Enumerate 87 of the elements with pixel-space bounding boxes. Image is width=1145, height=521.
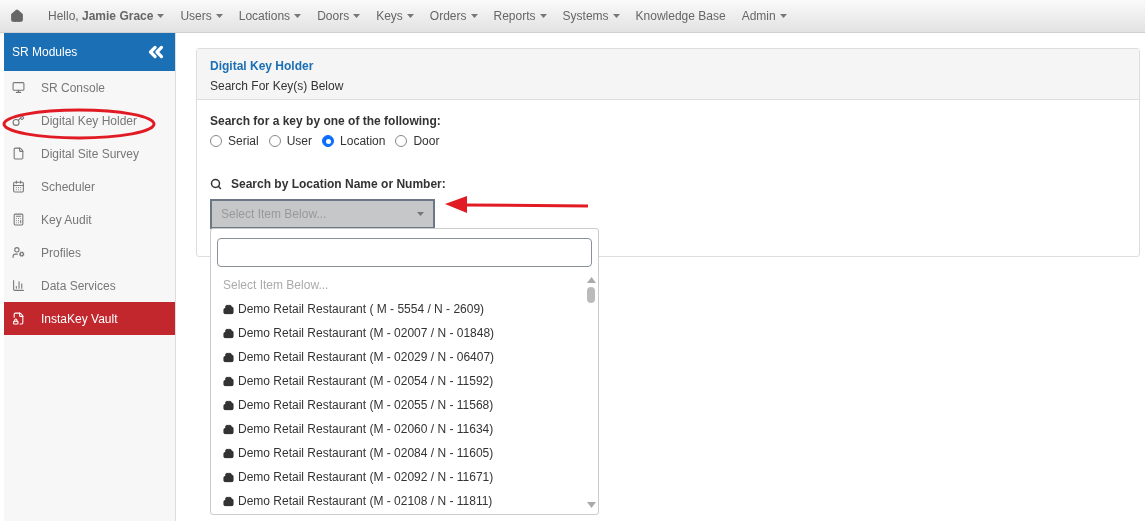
nav-menu-item[interactable]: Admin	[733, 7, 795, 25]
radio-option[interactable]: Serial	[210, 132, 259, 150]
sidebar-item[interactable]: InstaKey Vault	[4, 302, 175, 335]
module-icon	[12, 147, 25, 160]
nav-label: Systems	[562, 8, 609, 25]
dropdown-option[interactable]: Demo Retail Restaurant (M - 02108 / N - 11811)	[223, 489, 584, 513]
scroll-thumb[interactable]	[587, 287, 595, 303]
radio-option[interactable]: User	[268, 132, 313, 150]
module-icon	[12, 312, 25, 325]
nav-menu-item[interactable]: Knowledge Base	[627, 7, 734, 25]
caret-icon	[294, 14, 302, 18]
sidebar-label: SR Console	[41, 79, 106, 97]
home-icon[interactable]	[10, 9, 24, 23]
caret-icon	[417, 212, 424, 216]
caret-icon	[353, 14, 361, 18]
dropdown-option[interactable]: Demo Retail Restaurant (M - 02084 / N - 11605)	[223, 441, 584, 465]
module-icon	[12, 213, 25, 226]
dropdown-option[interactable]: Demo Retail Restaurant (M - 02060 / N - 11634)	[223, 417, 584, 441]
nav-menu-item[interactable]: Keys	[368, 7, 422, 25]
dropdown-option[interactable]: Demo Retail Restaurant (M - 02054 / N - 11592)	[223, 369, 584, 393]
caret-icon	[612, 14, 620, 18]
module-icon	[12, 246, 25, 259]
nav-label: Reports	[493, 8, 536, 25]
sidebar-item[interactable]: Key Audit	[4, 203, 175, 236]
sidebar-item[interactable]: SR Console	[4, 71, 175, 104]
nav-label: Admin	[741, 8, 776, 25]
radio-button[interactable]	[322, 135, 335, 147]
dropdown-option[interactable]: Demo Retail Restaurant (M - 02092 / N - 11671)	[223, 465, 584, 489]
nav-label: Users	[180, 8, 212, 25]
sidebar-item[interactable]: Data Services	[4, 269, 175, 302]
sidebar-item[interactable]: Digital Key Holder	[4, 104, 175, 137]
caret-icon	[539, 14, 547, 18]
nav-label: Knowledge Base	[635, 8, 726, 25]
sidebar-label: Digital Site Survey	[41, 145, 140, 163]
sidebar-item[interactable]: Profiles	[4, 236, 175, 269]
dropdown-option[interactable]: Demo Retail Restaurant (M - 02055 / N - 11568)	[223, 393, 584, 417]
nav-label: Orders	[429, 8, 467, 25]
nav-label: Doors	[317, 8, 350, 25]
dropdown-search-field[interactable]	[217, 238, 592, 267]
nav-menu-item[interactable]: Hello, Jamie Grace	[40, 7, 173, 25]
nav-label: Locations	[238, 8, 291, 25]
dropdown-option[interactable]: Demo Retail Restaurant ( M - 5554 / N - 2609)	[223, 297, 584, 321]
module-icon	[12, 81, 25, 94]
sidebar-label: Digital Key Holder	[41, 112, 138, 130]
caret-icon	[470, 14, 478, 18]
nav-menu-item[interactable]: Doors	[309, 7, 369, 25]
radio-button[interactable]	[268, 135, 281, 147]
sidebar-label: Profiles	[41, 244, 81, 262]
radio-option[interactable]: Door	[395, 132, 440, 150]
nav-label: Keys	[376, 8, 403, 25]
placeholder-option: Select Item Below...	[223, 273, 584, 297]
nav-menu-item[interactable]: Orders	[421, 7, 486, 25]
panel-title: Digital Key Holder	[210, 58, 315, 75]
search-icon	[210, 178, 222, 190]
module-icon	[12, 180, 25, 193]
sidebar-title: SR Modules	[12, 44, 78, 61]
caret-icon	[406, 14, 414, 18]
caret-icon	[215, 14, 223, 18]
nav-menu-item[interactable]: Users	[172, 7, 231, 25]
radio-label: Door	[413, 133, 440, 150]
nav-menu-item[interactable]: Systems	[554, 7, 628, 25]
radio-label: Location	[340, 133, 386, 150]
scroll-down-icon[interactable]	[586, 502, 596, 508]
sidebar-label: InstaKey Vault	[41, 310, 118, 328]
sidebar-label: Scheduler	[41, 178, 96, 196]
module-icon	[12, 279, 25, 292]
nav-label: Hello, Jamie Grace	[48, 8, 154, 25]
radio-label: User	[286, 133, 313, 150]
panel-subtitle: Search For Key(s) Below	[210, 78, 345, 95]
module-icon	[12, 114, 25, 127]
caret-icon	[157, 14, 165, 18]
radio-option[interactable]: Location	[322, 132, 386, 150]
sidebar-item[interactable]: Digital Site Survey	[4, 137, 175, 170]
radio-button[interactable]	[395, 135, 408, 147]
dropdown-option[interactable]: Demo Retail Restaurant (M - 02007 / N - 01848)	[223, 321, 584, 345]
dropdown-option[interactable]: Demo Retail Restaurant (M - 02029 / N - 06407)	[223, 345, 584, 369]
search-label: Search by Location Name or Number:	[231, 176, 446, 193]
sidebar-label: Data Services	[41, 277, 116, 295]
scroll-up-icon[interactable]	[586, 277, 596, 283]
radio-label: Serial	[228, 133, 259, 150]
nav-menu-item[interactable]: Reports	[485, 7, 555, 25]
sidebar-label: Key Audit	[41, 211, 92, 229]
search-prompt: Search for a key by one of the following:	[210, 113, 442, 130]
sidebar-item[interactable]: Scheduler	[4, 170, 175, 203]
caret-icon	[779, 14, 787, 18]
radio-button[interactable]	[210, 135, 222, 147]
nav-menu-item[interactable]: Locations	[230, 7, 310, 25]
